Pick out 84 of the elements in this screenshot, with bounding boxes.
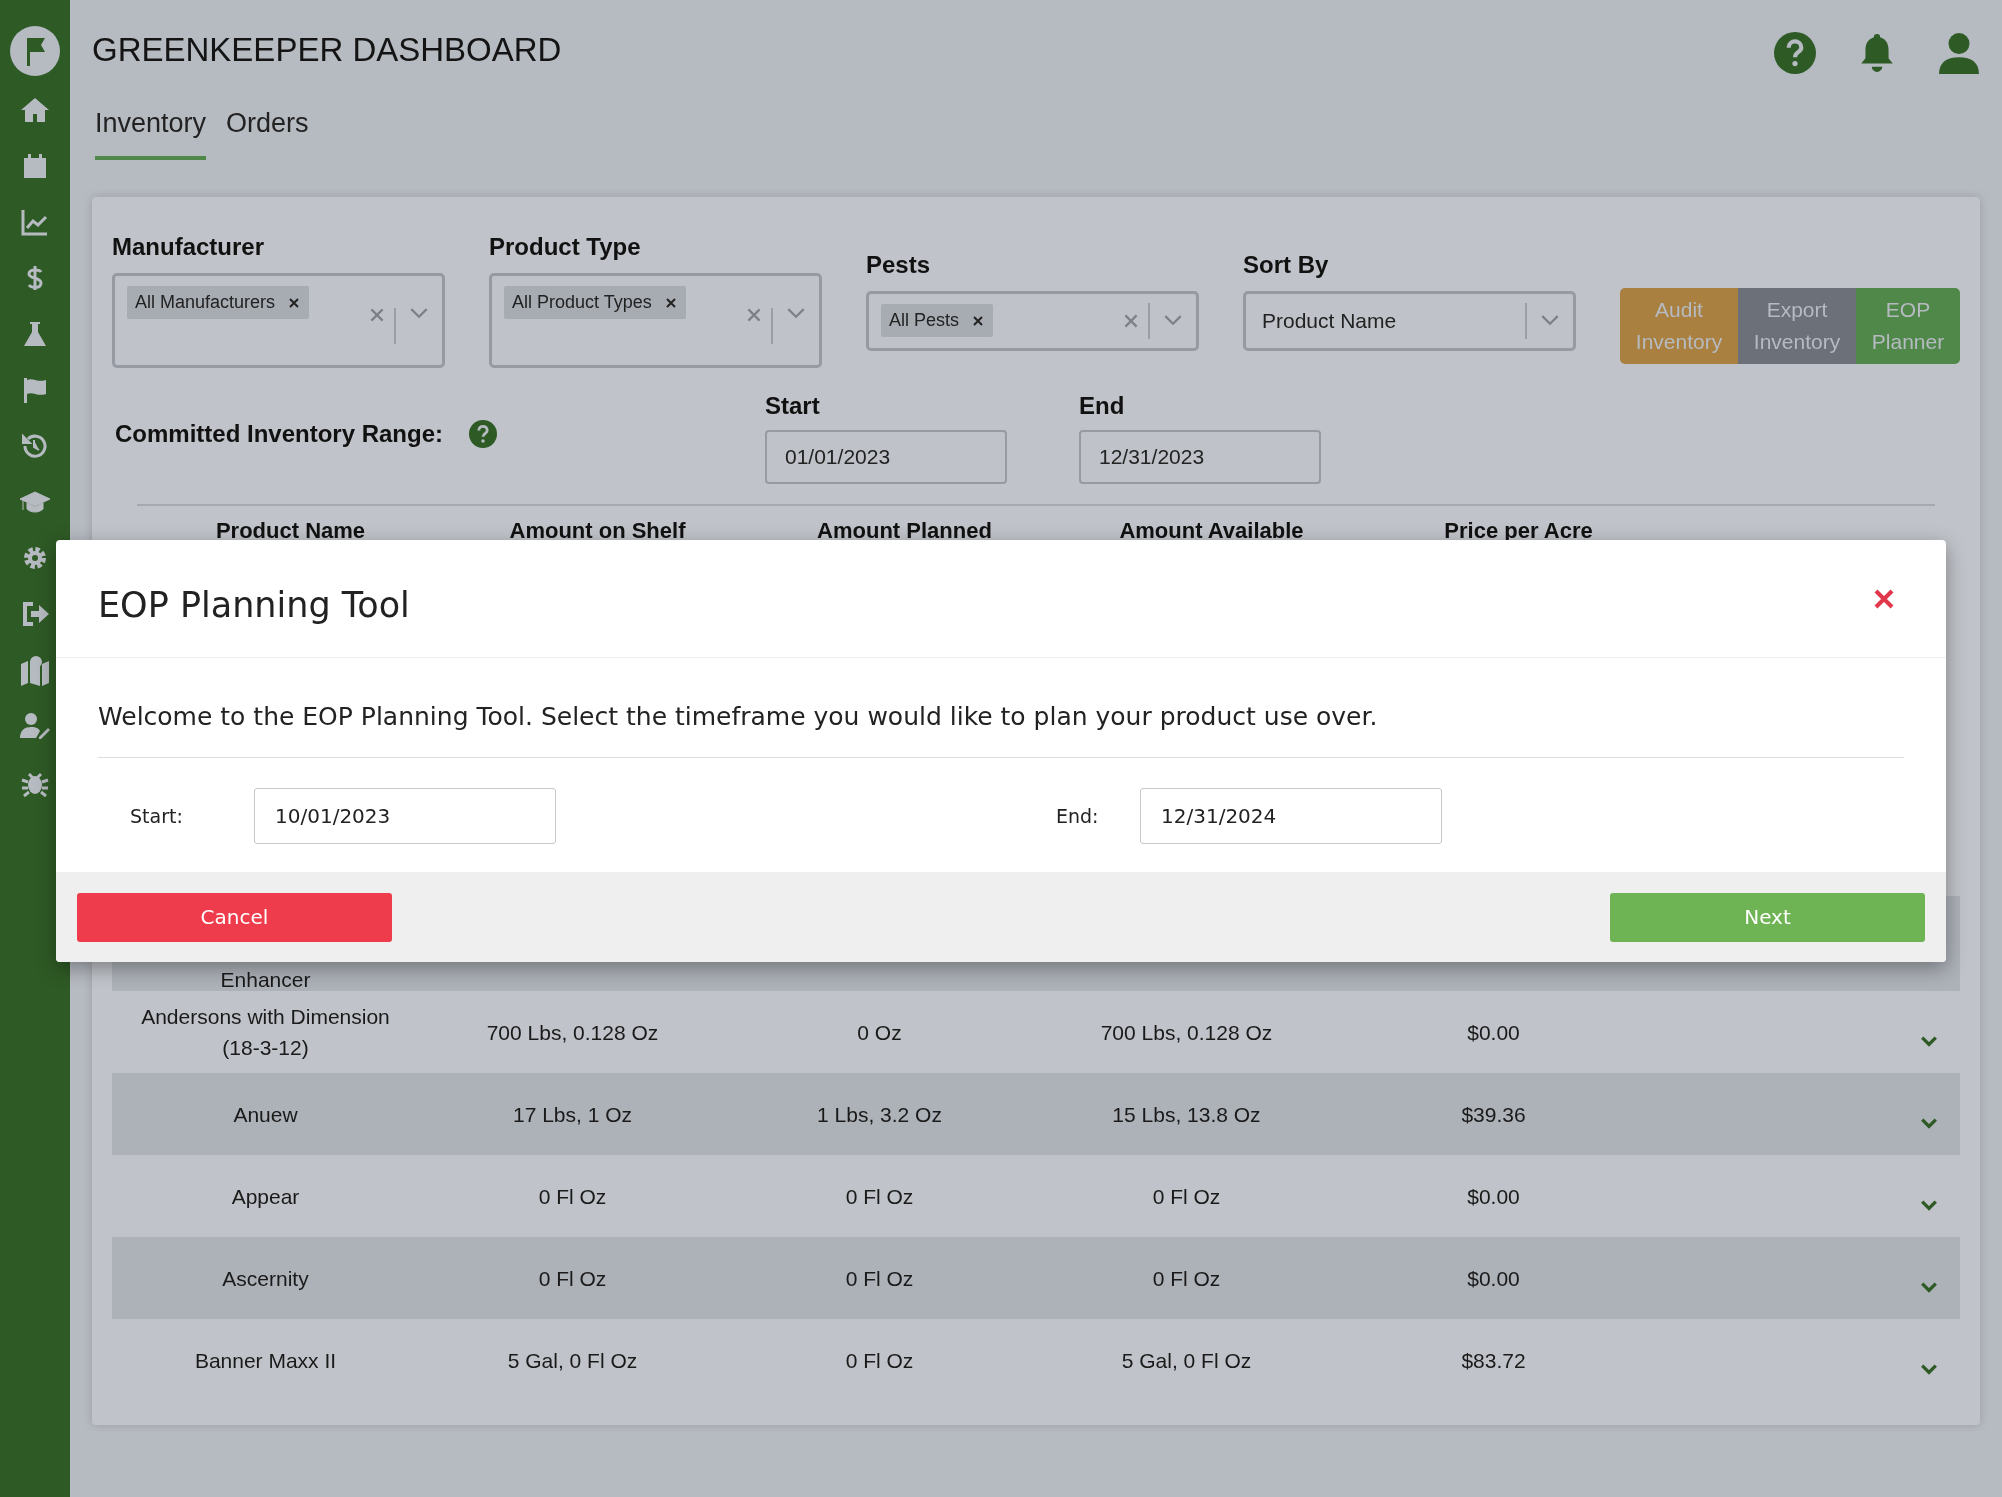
table-cell-text: Banner Maxx II xyxy=(193,1347,338,1374)
column-header[interactable]: Price per Acre xyxy=(1365,518,1672,544)
start-date-field[interactable]: 10/01/2023 xyxy=(254,788,556,844)
table-cell-text: 5 Gal, 0 Fl Oz xyxy=(1120,1347,1253,1374)
table-cell-text: $39.36 xyxy=(1460,1101,1527,1128)
filter-label: Pests xyxy=(866,250,932,279)
table-row[interactable]: Banner Maxx II 5 Gal, 0 Fl Oz 0 Fl Oz 5 Gal, 0 Fl Oz $83.72 xyxy=(112,1319,1960,1401)
app-title: GREENKEEPER DASHBOARD xyxy=(92,31,562,69)
table-cell-text: $0.00 xyxy=(1466,1019,1521,1046)
multi-select-field[interactable]: All Pests xyxy=(866,290,1199,351)
table-cell-text: 1 Lbs, 3.2 Oz xyxy=(816,1101,943,1128)
table-row[interactable]: Anuew 17 Lbs, 1 Oz 1 Lbs, 3.2 Oz 15 Lbs, 13.8 Oz $39.36 xyxy=(112,1073,1960,1155)
table-cell-text: 17 Lbs, 1 Oz xyxy=(511,1101,634,1128)
table-cell-text: Appear xyxy=(230,1183,301,1210)
table-cell-text: $0.00 xyxy=(1466,1265,1521,1292)
column-header[interactable]: Amount on Shelf xyxy=(444,518,751,544)
help-icon[interactable] xyxy=(1774,32,1816,74)
user-icon[interactable] xyxy=(1938,32,1980,74)
multi-select-field[interactable]: All Product Types xyxy=(489,273,822,368)
table-row[interactable]: Ascernity 0 Fl Oz 0 Fl Oz 0 Fl Oz $0.00 xyxy=(112,1237,1960,1319)
column-header[interactable]: Product Name xyxy=(137,518,444,544)
filter-chip[interactable]: All Product Types xyxy=(504,286,686,319)
modal-title: EOP Planning Tool xyxy=(98,584,410,625)
chevron-down-icon xyxy=(1164,315,1182,326)
start-date-field[interactable]: 01/01/2023 xyxy=(765,430,1007,484)
help-icon[interactable] xyxy=(469,420,498,448)
table-cell-text: 0 Oz xyxy=(856,1019,903,1046)
table-cell-text: 0 Fl Oz xyxy=(844,1347,915,1374)
table-cell-text: $0.00 xyxy=(1466,1183,1521,1210)
select-field[interactable]: Product Name xyxy=(1243,290,1576,351)
column-header[interactable]: Amount Planned xyxy=(751,518,1058,544)
table-cell-text: 0 Fl Oz xyxy=(537,1183,608,1210)
cancel-button[interactable]: Cancel xyxy=(77,892,392,942)
multi-select-field[interactable]: All Manufacturers xyxy=(112,273,445,368)
clear-icon[interactable] xyxy=(1124,313,1138,328)
remove-icon[interactable] xyxy=(665,297,676,308)
modal-message: Welcome to the EOP Planning Tool. Select the timeframe you would like to plan your product use over. xyxy=(98,658,1904,758)
filter-label: Manufacturer xyxy=(112,233,266,261)
table-cell-text: 5 Gal, 0 Fl Oz xyxy=(506,1347,639,1374)
table-cell-text: 0 Fl Oz xyxy=(844,1183,915,1210)
start-label: Start xyxy=(765,392,821,420)
clear-icon[interactable] xyxy=(370,308,384,322)
chevron-down-icon[interactable] xyxy=(1920,1281,1938,1294)
clear-icon[interactable] xyxy=(747,308,761,322)
chevron-down-icon xyxy=(1541,315,1559,326)
chevron-down-icon xyxy=(410,308,428,319)
end-date-field[interactable]: 12/31/2023 xyxy=(1079,430,1321,484)
chevron-down-icon[interactable] xyxy=(1920,1035,1938,1048)
filter-chip[interactable]: All Manufacturers xyxy=(127,286,310,319)
chevron-down-icon xyxy=(787,308,805,319)
range-label: Committed Inventory Range: xyxy=(115,420,444,448)
table-cell-text: 0 Fl Oz xyxy=(1151,1265,1222,1292)
table-cell-text: $83.72 xyxy=(1460,1347,1527,1374)
map-pin-icon[interactable] xyxy=(19,654,51,686)
user-edit-icon[interactable] xyxy=(19,710,51,742)
close-icon[interactable] xyxy=(1874,588,1894,609)
tab[interactable]: Inventory xyxy=(95,100,207,160)
end-date-field[interactable]: 12/31/2024 xyxy=(1140,788,1442,844)
remove-icon[interactable] xyxy=(289,297,300,308)
table-cell-text: Anuew xyxy=(232,1101,299,1128)
table-cell-text: 0 Fl Oz xyxy=(844,1265,915,1292)
table-cell-text: 0 Fl Oz xyxy=(537,1265,608,1292)
table-cell-text: Enhancer xyxy=(219,969,312,991)
flag-logo-icon[interactable] xyxy=(10,26,60,76)
chevron-down-icon[interactable] xyxy=(1920,1363,1938,1376)
table-cell-text: Andersons with Dimension (18-3-12) xyxy=(140,1004,391,1061)
start-label: Start: xyxy=(130,805,184,827)
table-cell-text: 0 Fl Oz xyxy=(1151,1183,1222,1210)
chevron-down-icon[interactable] xyxy=(1920,1117,1938,1130)
tab[interactable]: Orders xyxy=(226,100,309,160)
end-label: End: xyxy=(1056,805,1100,827)
table-cell-text: Ascernity xyxy=(221,1265,310,1292)
column-header[interactable]: Amount Available xyxy=(1058,518,1365,544)
chevron-down-icon[interactable] xyxy=(1920,1199,1938,1212)
filter-label: Sort By xyxy=(1243,250,1330,279)
table-cell-text: 700 Lbs, 0.128 Oz xyxy=(485,1019,660,1046)
table-row[interactable]: Andersons with Dimension (18-3-12) 700 Lbs, 0.128 Oz 0 Oz 700 Lbs, 0.128 Oz $0.00 xyxy=(112,991,1960,1073)
table-row[interactable]: Appear 0 Fl Oz 0 Fl Oz 0 Fl Oz $0.00 xyxy=(112,1155,1960,1237)
filter-label: Product Type xyxy=(489,233,642,261)
remove-icon[interactable] xyxy=(973,315,984,326)
table-cell-text: 700 Lbs, 0.128 Oz xyxy=(1099,1019,1274,1046)
end-label: End xyxy=(1079,392,1126,420)
filter-chip[interactable]: All Pests xyxy=(881,304,994,337)
table-cell-text: 15 Lbs, 13.8 Oz xyxy=(1111,1101,1262,1128)
